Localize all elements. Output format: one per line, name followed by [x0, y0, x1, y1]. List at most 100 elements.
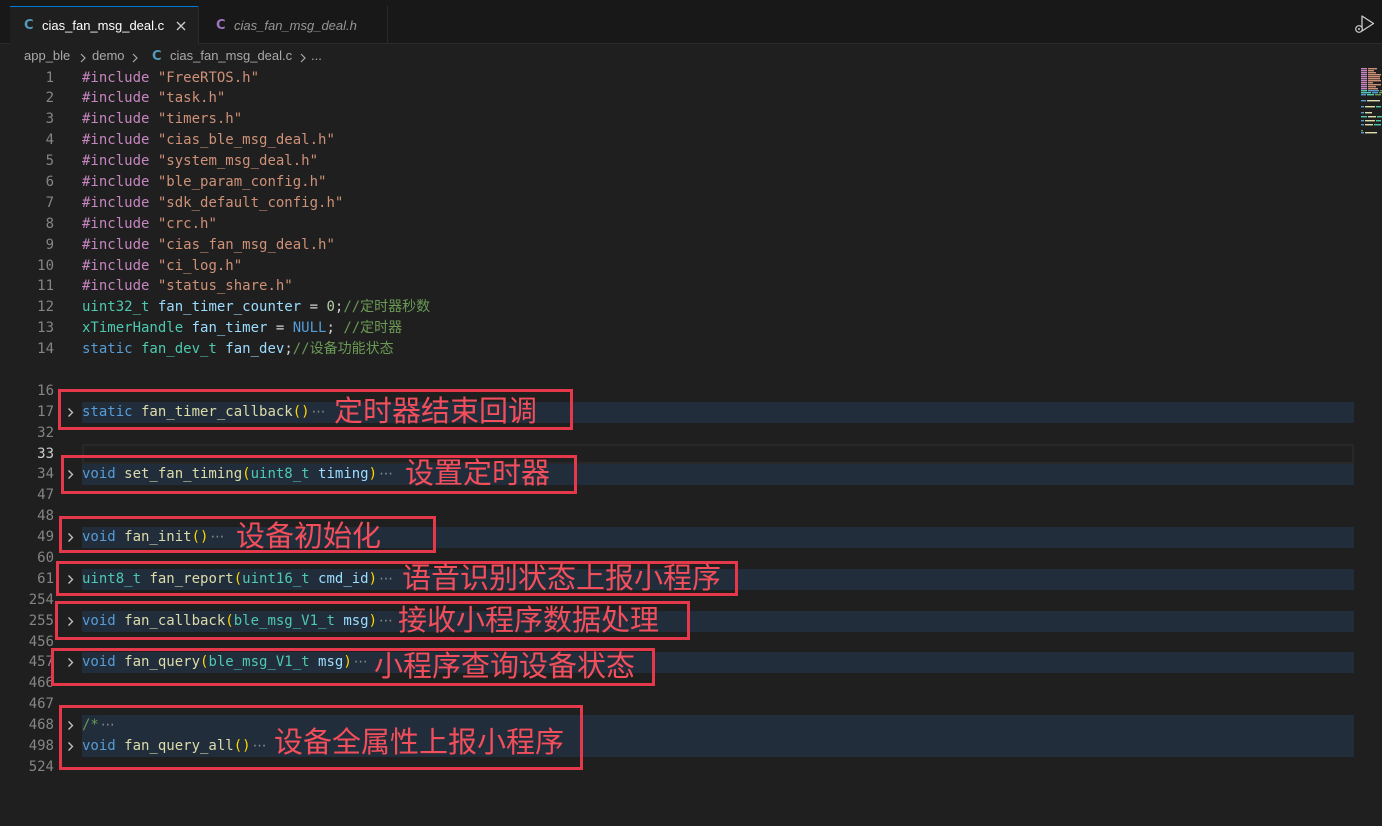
tab-label: cias_fan_msg_deal.h — [234, 17, 357, 33]
c-file-icon-glyph: C — [152, 49, 162, 64]
code-line[interactable]: 12 uint32_t fan_timer_counter = 0;//定时器秒数 — [0, 297, 1382, 318]
line-number: 467 — [28, 696, 54, 713]
line-number: 17 — [37, 403, 54, 420]
code-line[interactable]: 4 #include "cias_ble_msg_deal.h" — [0, 130, 1382, 151]
tab-cias-fan-msg-deal-c[interactable]: C cias_fan_msg_deal.c — [10, 6, 198, 44]
line-number: 47 — [37, 487, 54, 504]
code-token: "system_msg_deal.h" — [149, 153, 319, 170]
annotation-box-set-timing: 设置定时器 — [61, 455, 577, 494]
line-number: 8 — [45, 215, 54, 232]
line-number: 6 — [45, 173, 54, 190]
code-token: = — [267, 320, 293, 337]
code-token: fan_dev — [216, 341, 285, 358]
code-token: "cias_fan_msg_deal.h" — [149, 236, 335, 253]
code-text: xTimerHandle fan_timer = NULL; //定时器 — [82, 318, 402, 339]
annotation-label: 小程序查询设备状态 — [374, 649, 636, 683]
line-number: 14 — [37, 341, 54, 358]
code-line[interactable]: 2 #include "task.h" — [0, 88, 1382, 109]
annotation-label: 设备初始化 — [236, 519, 382, 553]
code-token: #include — [82, 236, 150, 253]
annotation-box-callback: 接收小程序数据处理 — [55, 601, 690, 640]
code-token: #include — [82, 215, 150, 232]
code-token: #include — [82, 257, 150, 274]
breadcrumb-item-symbols[interactable]: ... — [311, 44, 322, 68]
code-token: static — [82, 341, 133, 358]
line-number: 468 — [28, 717, 54, 734]
code-line[interactable]: 11 #include "status_share.h" — [0, 276, 1382, 297]
line-number: 498 — [28, 738, 54, 754]
code-token: "crc.h" — [149, 215, 217, 232]
code-line[interactable]: 13 xTimerHandle fan_timer = NULL; //定时器 — [0, 318, 1382, 339]
code-token: xTimerHandle — [82, 320, 184, 337]
code-token: #include — [82, 153, 150, 170]
code-line[interactable]: 9 #include "cias_fan_msg_deal.h" — [0, 235, 1382, 256]
code-line[interactable] — [0, 360, 1382, 381]
code-text: static fan_dev_t fan_dev;//设备功能状态 — [82, 339, 394, 360]
line-number: 466 — [28, 675, 54, 692]
code-text: #include "ci_log.h" — [82, 256, 242, 277]
line-number: 10 — [37, 257, 54, 274]
code-token: fan_dev_t — [132, 341, 217, 358]
close-icon[interactable] — [175, 20, 187, 32]
code-text: #include "task.h" — [82, 88, 225, 109]
code-token: NULL — [292, 320, 327, 337]
code-token: ; — [326, 320, 344, 337]
annotation-box-init: 设备初始化 — [59, 516, 436, 553]
code-token: "status_share.h" — [149, 278, 293, 295]
chevron-right-icon — [79, 51, 87, 63]
code-token: "timers.h" — [149, 111, 243, 128]
code-token: //定时器秒数 — [343, 299, 431, 316]
code-line[interactable]: 1 #include "FreeRTOS.h" — [0, 68, 1382, 89]
code-line[interactable]: 3 #include "timers.h" — [0, 109, 1382, 130]
code-token: "sdk_default_config.h" — [149, 194, 344, 211]
code-line[interactable]: 7 #include "sdk_default_config.h" — [0, 193, 1382, 214]
code-line[interactable]: 6 #include "ble_param_config.h" — [0, 172, 1382, 193]
code-token: "ci_log.h" — [149, 257, 243, 274]
tab-label: cias_fan_msg_deal.c — [42, 18, 165, 33]
code-text: #include "ble_param_config.h" — [82, 172, 326, 193]
line-number: 1 — [45, 69, 54, 86]
code-text: #include "status_share.h" — [82, 276, 293, 297]
line-number: 60 — [37, 549, 54, 566]
code-token: "task.h" — [149, 90, 226, 107]
chevron-right-icon — [131, 51, 139, 63]
line-number: 7 — [45, 194, 54, 211]
code-token: #include — [82, 111, 150, 128]
code-text: #include "cias_ble_msg_deal.h" — [82, 130, 335, 151]
code-token: = — [301, 299, 327, 316]
breadcrumb-item-demo[interactable]: demo — [92, 44, 125, 68]
code-text: #include "system_msg_deal.h" — [82, 151, 318, 172]
line-number: 48 — [37, 508, 54, 525]
code-line[interactable]: 14 static fan_dev_t fan_dev;//设备功能状态 — [0, 339, 1382, 360]
line-number: 457 — [28, 654, 54, 671]
code-line[interactable]: 5 #include "system_msg_deal.h" — [0, 151, 1382, 172]
code-line[interactable]: 10 #include "ci_log.h" — [0, 256, 1382, 277]
line-number: 524 — [28, 758, 54, 775]
tab-cias-fan-msg-deal-h[interactable]: C cias_fan_msg_deal.h — [198, 6, 388, 44]
run-debug-icon[interactable] — [1354, 14, 1376, 34]
code-editor[interactable]: 1 #include "FreeRTOS.h" 2 #include "task.h"… — [0, 68, 1382, 808]
line-number: 3 — [45, 111, 54, 128]
line-number: 456 — [28, 633, 54, 650]
minimap[interactable] — [1360, 67, 1382, 137]
code-token: #include — [82, 194, 150, 211]
annotation-box-report: 语音识别状态上报小程序 — [56, 561, 738, 596]
code-line[interactable]: 8 #include "crc.h" — [0, 214, 1382, 235]
annotation-label: 设置定时器 — [405, 456, 551, 490]
code-token: fan_timer_counter — [149, 299, 302, 316]
annotation-box-query: 小程序查询设备状态 — [51, 648, 655, 686]
code-text: #include "crc.h" — [82, 214, 217, 235]
c-file-icon: C — [152, 44, 162, 68]
annotation-label: 定时器结束回调 — [334, 394, 538, 428]
h-file-icon: C — [216, 17, 226, 33]
breadcrumb-item-file[interactable]: cias_fan_msg_deal.c — [170, 44, 292, 68]
code-token: 0 — [326, 299, 335, 316]
line-number: 9 — [45, 236, 54, 253]
breadcrumb-item-app-ble[interactable]: app_ble — [24, 44, 70, 68]
line-number: 11 — [37, 278, 54, 295]
code-token: uint32_t — [82, 299, 150, 316]
line-number: 13 — [37, 320, 54, 337]
code-text: uint32_t fan_timer_counter = 0;//定时器秒数 — [82, 297, 430, 318]
line-number: 4 — [45, 132, 54, 149]
code-token: #include — [82, 69, 150, 86]
